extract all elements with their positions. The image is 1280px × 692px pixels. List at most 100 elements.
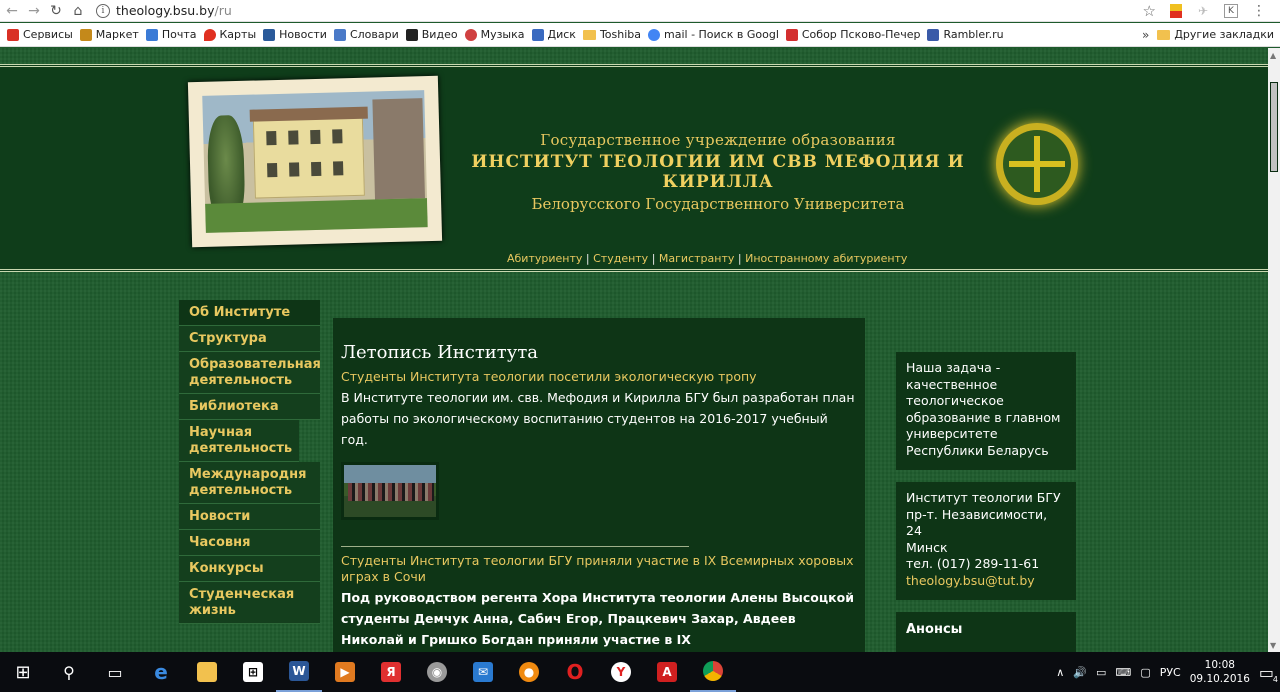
bookmark-label: Маркет (95, 28, 139, 41)
sidebar-item-structure[interactable]: Структура (179, 326, 320, 352)
link-applicant[interactable]: Абитуриенту (507, 252, 582, 265)
url-host: theology.bsu.by (116, 3, 215, 18)
bookmark-item[interactable]: Словари (333, 28, 399, 41)
bookmark-label: Диск (547, 28, 576, 41)
title-line-1: Государственное учреждение образования (540, 131, 896, 149)
clock-time: 10:08 (1204, 659, 1235, 671)
browser-toolbar: ← → ↻ ⌂ i theology.bsu.by /ru ☆ ✈ K ⋮ (0, 0, 1280, 22)
music-icon (464, 28, 477, 41)
windows-start-icon[interactable]: ⊞ (0, 652, 46, 692)
link-foreign-applicant[interactable]: Иностранному абитуриенту (745, 252, 907, 265)
back-icon[interactable]: ← (2, 1, 22, 21)
sidebar-item-library[interactable]: Библиотека (179, 394, 320, 420)
mission-box: Наша задача - качественное теологическое… (896, 352, 1076, 470)
store-icon[interactable]: ⊞ (230, 652, 276, 692)
sidebar-item-international[interactable]: Международня деятельность (179, 462, 320, 504)
sidebar-item-contests[interactable]: Конкурсы (179, 556, 320, 582)
map-pin-icon (203, 28, 216, 41)
pdf-icon[interactable]: A (644, 652, 690, 692)
search-icon[interactable]: ⚲ (46, 652, 92, 692)
odnoklassniki-icon[interactable]: ● (506, 652, 552, 692)
address-bar[interactable]: i theology.bsu.by /ru (96, 1, 1143, 21)
contact-phone: тел. (017) 289-11-61 (906, 556, 1040, 571)
bookmark-item[interactable]: Маркет (79, 28, 139, 41)
bookmark-item[interactable]: Собор Псково-Печер (785, 28, 920, 41)
bookmark-item[interactable]: Почта (145, 28, 197, 41)
keyboard-icon[interactable]: ⌨ (1115, 666, 1131, 679)
show-hidden-icon[interactable]: ∧ (1056, 666, 1064, 679)
info-icon[interactable]: i (96, 3, 110, 18)
app-circle-icon[interactable]: ◉ (414, 652, 460, 692)
language-indicator[interactable]: РУС (1160, 666, 1181, 679)
star-icon[interactable]: ☆ (1143, 2, 1156, 20)
display-icon[interactable]: ▢ (1140, 666, 1150, 679)
link-student[interactable]: Студенту (593, 252, 648, 265)
title-line-3: Белорусского Государственного Университе… (531, 195, 905, 213)
institute-emblem-icon (996, 123, 1078, 205)
clock[interactable]: 10:08 09.10.2016 (1190, 658, 1250, 686)
news-thumbnail[interactable] (341, 462, 439, 520)
file-explorer-icon[interactable] (184, 652, 230, 692)
notifications-icon[interactable]: ▭ 4 (1259, 663, 1278, 684)
bookmark-item[interactable]: Музыка (464, 28, 525, 41)
rambler-icon (927, 28, 940, 41)
reload-icon[interactable]: ↻ (46, 1, 66, 21)
bookmark-item[interactable]: Карты (203, 28, 256, 41)
bookmark-item[interactable]: Сервисы (7, 28, 73, 41)
market-icon (79, 28, 92, 41)
bookmark-item[interactable]: Новости (263, 28, 327, 41)
word-icon[interactable]: W (276, 652, 322, 692)
contact-name: Институт теологии БГУ (906, 490, 1061, 505)
forward-icon[interactable]: → (24, 1, 44, 21)
notification-count: 4 (1272, 674, 1278, 684)
web-page: Государственное учреждение образования И… (0, 48, 1268, 652)
bookmark-extension-icon[interactable] (1170, 3, 1182, 18)
media-player-icon[interactable]: ▶ (322, 652, 368, 692)
news-text: Под руководством регента Хора Института … (341, 590, 854, 647)
news-icon (263, 28, 276, 41)
institute-photo (187, 75, 443, 248)
home-icon[interactable]: ⌂ (68, 1, 88, 21)
menu-icon[interactable]: ⋮ (1252, 3, 1266, 19)
opera-icon[interactable]: O (552, 652, 598, 692)
title-line-2: ИНСТИТУТ ТЕОЛОГИИ ИМ СВВ МЕФОДИЯ И КИРИЛ… (471, 152, 965, 192)
link-master[interactable]: Магистранту (659, 252, 734, 265)
bookmark-item[interactable]: mail - Поиск в Googl (648, 28, 779, 41)
scroll-up-icon[interactable]: ▲ (1270, 51, 1276, 60)
contact-city: Минск (906, 539, 948, 555)
sidebar-item-about[interactable]: Об Институте (179, 300, 320, 326)
bookmark-label: Словари (349, 28, 399, 41)
scroll-down-icon[interactable]: ▼ (1270, 641, 1276, 650)
sidebar-item-student-life[interactable]: Студенческая жизнь (179, 582, 320, 624)
mail-app-icon[interactable]: ✉ (460, 652, 506, 692)
kaspersky-icon[interactable]: K (1224, 3, 1238, 18)
contact-email-link[interactable]: theology.bsu@tut.by (906, 573, 1035, 588)
bookmark-label: mail - Поиск в Googl (664, 28, 779, 41)
scrollbar-thumb[interactable] (1270, 82, 1278, 172)
task-view-icon[interactable]: ▭ (92, 652, 138, 692)
clock-date: 09.10.2016 (1189, 673, 1250, 685)
bookmark-item[interactable]: Toshiba (582, 28, 641, 41)
yandex-icon[interactable]: Y (598, 652, 644, 692)
page-scrollbar[interactable]: ▲ ▼ (1268, 48, 1280, 652)
sidebar-item-education[interactable]: Образовательная деятельность (179, 352, 321, 394)
mission-text: Наша задача - качественное теологическое… (906, 360, 1061, 458)
edge-icon[interactable]: e (138, 652, 184, 692)
volume-icon[interactable]: 🔊 (1073, 666, 1087, 679)
sidebar-item-science[interactable]: Научная деятельность (179, 420, 299, 462)
more-bookmarks-button[interactable]: » (1142, 28, 1149, 42)
bookmark-item[interactable]: Видео (405, 28, 458, 41)
contact-street: пр-т. Независимости, 24 (906, 506, 1048, 539)
extension-icon[interactable]: ✈ (1196, 4, 1210, 18)
news-title-link[interactable]: Студенты Института теологии БГУ приняли … (341, 553, 857, 585)
bookmark-item[interactable]: Диск (531, 28, 576, 41)
bookmark-item[interactable]: Rambler.ru (927, 28, 1004, 41)
news-title-link[interactable]: Студенты Института теологии посетили эко… (341, 369, 857, 385)
sidebar-item-chapel[interactable]: Часовня (179, 530, 320, 556)
other-bookmarks[interactable]: Другие закладки (1157, 28, 1274, 41)
sidebar-item-news[interactable]: Новости (179, 504, 320, 530)
yandex-browser-icon[interactable]: Я (368, 652, 414, 692)
chrome-icon[interactable] (690, 652, 736, 692)
main-content: Летопись Института Студенты Института те… (333, 318, 865, 652)
network-icon[interactable]: ▭ (1096, 666, 1106, 679)
